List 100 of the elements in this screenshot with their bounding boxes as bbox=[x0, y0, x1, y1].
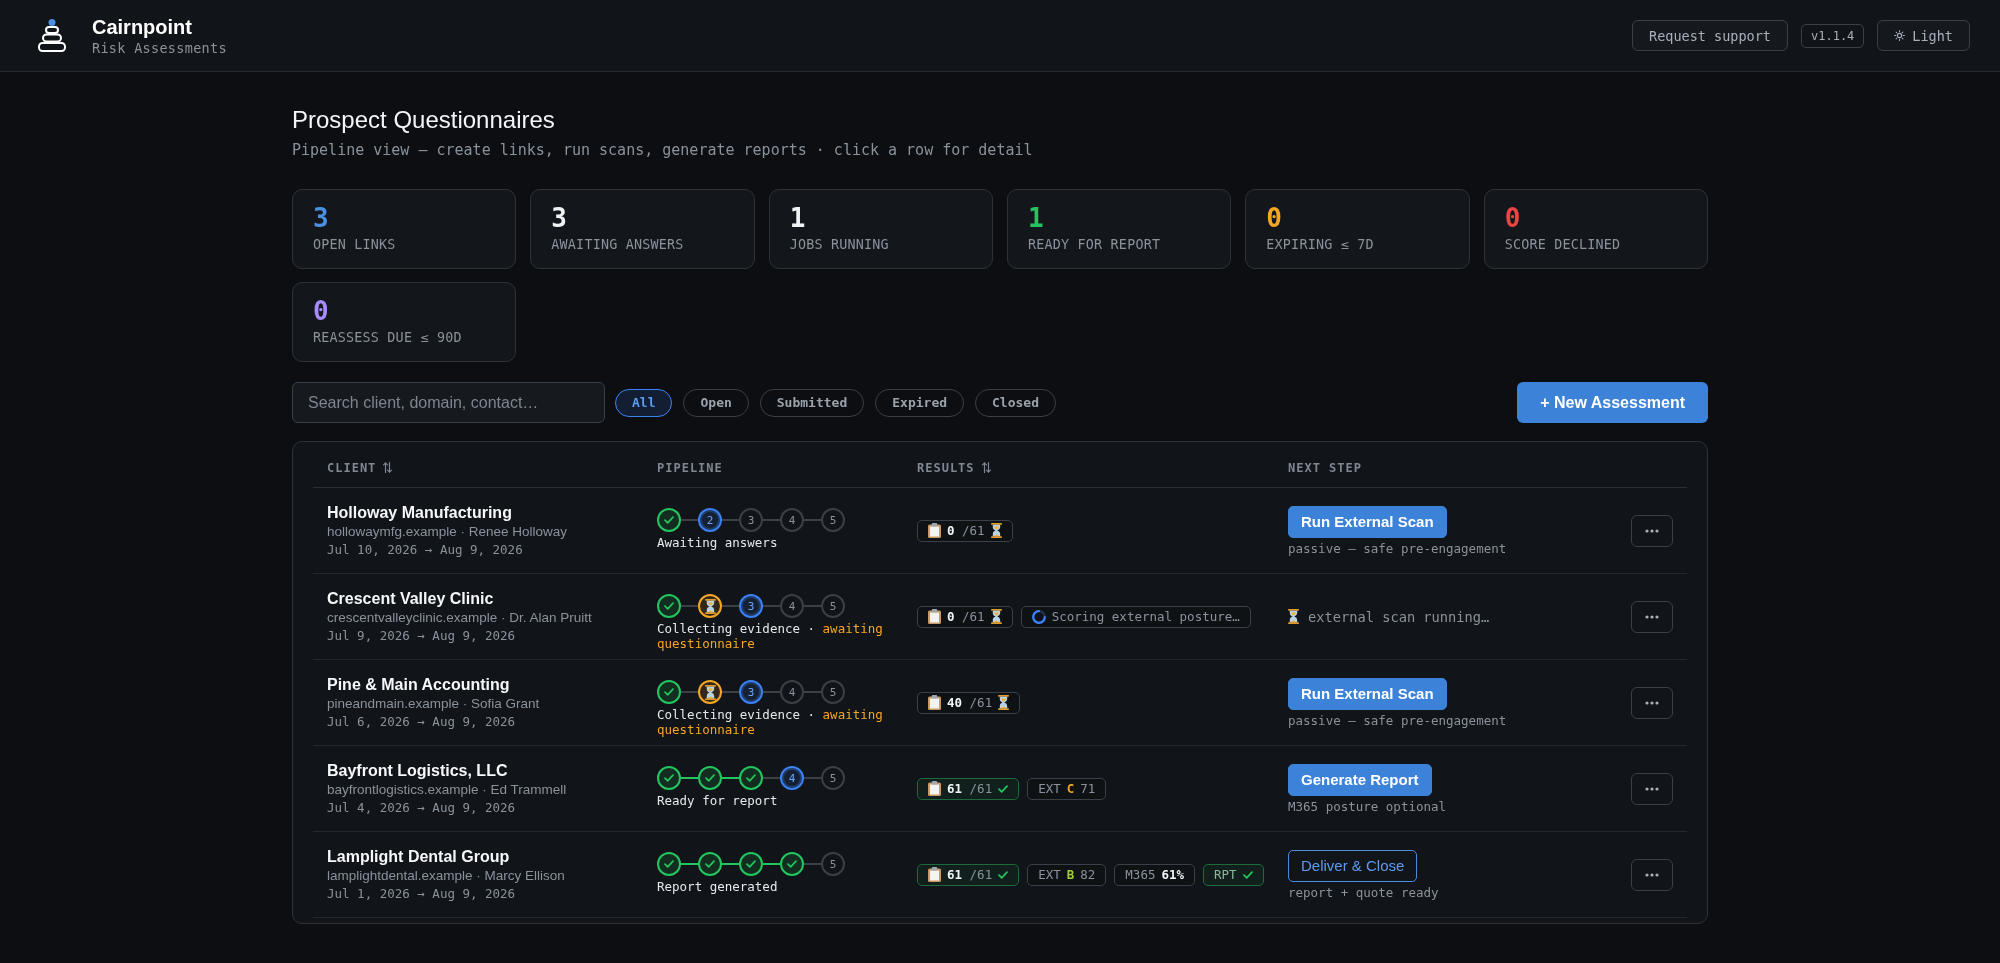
check-icon bbox=[664, 774, 674, 782]
row-menu-button[interactable] bbox=[1631, 686, 1673, 719]
sun-icon bbox=[1894, 30, 1906, 41]
check-icon bbox=[746, 774, 756, 782]
report-label: RPT bbox=[1214, 867, 1237, 882]
pipeline-step: 4 bbox=[780, 508, 804, 532]
row-menu-button[interactable] bbox=[1631, 600, 1673, 633]
pipeline-step: 4 bbox=[780, 766, 804, 790]
client-contact: crescentvalleyclinic.example · Dr. Alan Pruitt bbox=[327, 608, 592, 627]
step-connector bbox=[804, 519, 821, 521]
check-icon bbox=[787, 860, 797, 868]
step-connector bbox=[681, 691, 698, 693]
stat-label: READY FOR REPORT bbox=[1028, 237, 1161, 253]
step-connector bbox=[804, 691, 821, 693]
date-range: Jul 4, 2026 → Aug 9, 2026 bbox=[327, 798, 516, 817]
pipeline-step: 3 bbox=[739, 508, 763, 532]
app-name: Cairnpoint bbox=[92, 15, 193, 39]
stat-value: 1 bbox=[789, 202, 806, 234]
stat-label: REASSESS DUE ≤ 90D bbox=[313, 330, 462, 346]
m365-badge: M365 61% bbox=[1114, 863, 1196, 886]
check-icon bbox=[664, 688, 674, 696]
next-step-button[interactable]: Deliver & Close bbox=[1288, 849, 1418, 882]
step-connector bbox=[763, 519, 780, 521]
stat-label: SCORE DECLINED bbox=[1504, 237, 1621, 253]
column-header: PIPELINE bbox=[657, 460, 723, 475]
score-label: EXT bbox=[1038, 867, 1061, 882]
column-header: RESULTS bbox=[917, 460, 975, 475]
stat-label: EXPIRING ≤ 7D bbox=[1266, 237, 1374, 253]
clipboard-icon bbox=[928, 867, 941, 882]
job-status-text: Scoring external posture… bbox=[1051, 609, 1240, 624]
pipeline-step: 5 bbox=[821, 594, 845, 618]
client-name: Lamplight Dental Group bbox=[327, 846, 510, 867]
row-menu-button[interactable] bbox=[1631, 772, 1673, 805]
pipeline-status: Ready for report bbox=[657, 793, 779, 808]
hourglass-icon bbox=[704, 598, 716, 614]
hourglass-icon bbox=[998, 695, 1010, 710]
next-step-button[interactable]: Run External Scan bbox=[1288, 677, 1447, 710]
answer-count: 61 /61 bbox=[947, 867, 993, 882]
stone-stack-icon bbox=[38, 19, 66, 52]
date-range: Jul 10, 2026 → Aug 9, 2026 bbox=[327, 540, 523, 559]
step-connector bbox=[804, 777, 821, 779]
date-range: Jul 6, 2026 → Aug 9, 2026 bbox=[327, 712, 516, 731]
column-header: CLIENT bbox=[327, 460, 377, 475]
step-connector bbox=[681, 863, 698, 865]
client-contact: pineandmain.example · Sofia Grant bbox=[327, 694, 540, 713]
pipeline-status: Collecting evidence · awaiting questionnaire bbox=[657, 621, 884, 651]
step-connector bbox=[763, 691, 780, 693]
ellipsis-icon bbox=[1645, 700, 1659, 705]
client-contact: lamplightdental.example · Marcy Ellison bbox=[327, 866, 565, 885]
check-icon bbox=[705, 860, 715, 868]
client-contact: bayfrontlogistics.example · Ed Trammell bbox=[327, 780, 567, 799]
step-connector bbox=[722, 519, 739, 521]
answer-count: 61 /61 bbox=[947, 781, 993, 796]
hourglass-icon bbox=[704, 684, 716, 700]
next-step-button[interactable]: Run External Scan bbox=[1288, 505, 1447, 538]
next-step-caption: report + quote ready bbox=[1288, 885, 1439, 900]
step-connector bbox=[763, 777, 780, 779]
new-assessment-button[interactable]: + New Assessment bbox=[1517, 382, 1708, 423]
row-menu-button[interactable] bbox=[1631, 514, 1673, 547]
check-icon bbox=[998, 784, 1009, 793]
client-name: Bayfront Logistics, LLC bbox=[327, 760, 508, 781]
pipeline-step: 5 bbox=[821, 508, 845, 532]
stat-label: OPEN LINKS bbox=[313, 237, 396, 253]
ellipsis-icon bbox=[1645, 614, 1659, 619]
score-grade: B bbox=[1066, 867, 1075, 882]
pipeline-step: 4 bbox=[780, 594, 804, 618]
stat-label: JOBS RUNNING bbox=[789, 237, 889, 253]
stat-value: 0 bbox=[1266, 202, 1282, 234]
step-connector bbox=[722, 691, 739, 693]
pipeline-step: 5 bbox=[821, 852, 845, 876]
step-connector bbox=[804, 863, 821, 865]
ellipsis-icon bbox=[1645, 872, 1659, 877]
clipboard-icon bbox=[928, 781, 941, 796]
check-icon bbox=[664, 516, 674, 524]
check-icon bbox=[1242, 870, 1253, 879]
client-name: Holloway Manufacturing bbox=[327, 502, 512, 523]
pipeline-step: 4 bbox=[780, 680, 804, 704]
search-field[interactable]: Search client, domain, contact… bbox=[292, 382, 605, 423]
clipboard-icon bbox=[928, 523, 941, 538]
client-name: Crescent Valley Clinic bbox=[327, 588, 494, 609]
column-header: NEXT STEP bbox=[1288, 460, 1363, 475]
pipeline-step: 2 bbox=[698, 508, 722, 532]
client-name: Pine & Main Accounting bbox=[327, 674, 510, 695]
check-icon bbox=[998, 870, 1009, 879]
step-connector bbox=[804, 605, 821, 607]
check-icon bbox=[705, 774, 715, 782]
hourglass-icon bbox=[990, 609, 1002, 624]
theme-toggle-button[interactable]: Light bbox=[1877, 20, 1970, 51]
scan-status-text: external scan running… bbox=[1308, 608, 1490, 625]
ellipsis-icon bbox=[1645, 786, 1659, 791]
next-step-button[interactable]: Generate Report bbox=[1288, 763, 1432, 796]
support-button[interactable]: Request support bbox=[1632, 20, 1788, 51]
filter-chip[interactable]: All bbox=[615, 388, 673, 417]
step-connector bbox=[681, 519, 698, 521]
stat-label: AWAITING ANSWERS bbox=[551, 237, 684, 253]
row-menu-button[interactable] bbox=[1631, 858, 1673, 891]
step-connector bbox=[722, 605, 739, 607]
score-grade: C bbox=[1066, 781, 1075, 796]
page-title: Prospect Questionnaires bbox=[292, 105, 556, 135]
step-connector bbox=[722, 777, 739, 779]
